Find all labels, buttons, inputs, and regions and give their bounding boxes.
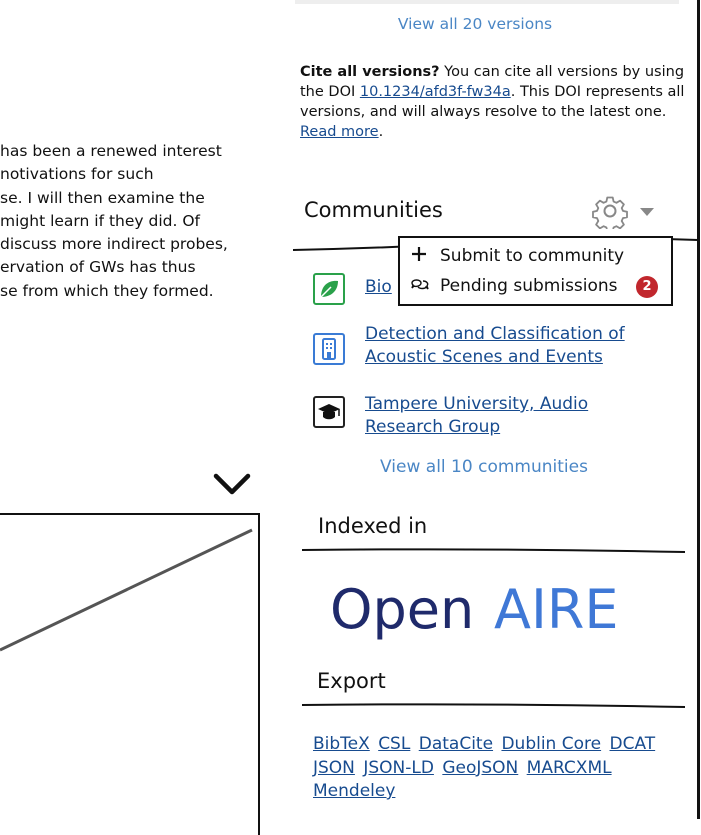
cite-lead: Cite all versions?: [300, 64, 440, 80]
plus-icon: [410, 245, 430, 268]
export-link-bibtex[interactable]: BibTeX: [313, 734, 370, 754]
comments-icon: [410, 275, 430, 298]
export-heading: Export: [317, 669, 386, 693]
view-all-versions-link[interactable]: View all 20 versions: [295, 15, 655, 33]
building-icon: [313, 333, 345, 365]
caret-down-icon[interactable]: [640, 207, 654, 217]
community-link-line: Detection and Classification of: [365, 324, 625, 344]
doi-link[interactable]: 10.1234/afd3f-fw34a: [360, 84, 511, 100]
view-all-communities-link[interactable]: View all 10 communities: [300, 457, 668, 477]
community-link-line: Tampere University, Audio: [365, 394, 589, 414]
abstract-line: discuss more indirect probes,: [0, 235, 228, 254]
abstract-text: has been a renewed interest notivations …: [0, 140, 262, 303]
leaf-icon: [313, 273, 345, 305]
communities-heading: Communities: [304, 198, 443, 222]
export-formats: BibTeX CSL DataCite Dublin Core DCAT JSO…: [313, 733, 683, 804]
logo-text-open: Open: [330, 578, 474, 641]
abstract-line: notivations for such: [0, 165, 154, 184]
divider: [302, 548, 685, 553]
export-link-geojson[interactable]: GeoJSON: [442, 758, 518, 778]
indexed-in-heading: Indexed in: [318, 514, 428, 538]
community-link[interactable]: Tampere University, Audio Research Group: [365, 393, 665, 439]
community-link[interactable]: Bio: [365, 276, 392, 299]
export-link-dublin-core[interactable]: Dublin Core: [501, 734, 601, 754]
cite-period: .: [378, 124, 384, 140]
openaire-logo[interactable]: Open AIRE: [330, 572, 660, 642]
menu-item-pending-submissions[interactable]: Pending submissions: [410, 274, 618, 298]
community-link-line: Acoustic Scenes and Events: [365, 347, 603, 367]
gear-icon[interactable]: [592, 193, 628, 229]
image-placeholder: [0, 528, 253, 652]
menu-item-label: Pending submissions: [440, 276, 618, 296]
export-link-dcat[interactable]: DCAT: [610, 734, 656, 754]
column-divider: [697, 0, 700, 819]
logo-text-aire: AIRE: [494, 578, 619, 641]
menu-item-submit-to-community[interactable]: Submit to community: [410, 244, 624, 268]
menu-item-label: Submit to community: [440, 246, 625, 266]
export-link-marcxml[interactable]: MARCXML: [527, 758, 612, 778]
abstract-line: ervation of GWs has thus: [0, 258, 196, 277]
export-link-datacite[interactable]: DataCite: [419, 734, 493, 754]
abstract-line: has been a renewed interest: [0, 142, 222, 160]
read-more-link[interactable]: Read more: [300, 124, 379, 140]
graduation-cap-icon: [313, 396, 345, 428]
pending-count-badge: 2: [636, 276, 658, 298]
community-link-line: Research Group: [365, 417, 501, 437]
export-link-json-ld[interactable]: JSON-LD: [363, 758, 434, 778]
abstract-line: se from which they formed.: [0, 281, 214, 300]
community-actions-menu: Submit to community Pending submissions …: [398, 236, 673, 306]
export-link-mendeley[interactable]: Mendeley: [313, 781, 395, 801]
versions-panel-bottom: [295, 0, 679, 4]
cite-all-versions: Cite all versions? You can cite all vers…: [300, 62, 685, 142]
abstract-line: might learn if they did. Of: [0, 211, 200, 230]
export-link-json[interactable]: JSON: [313, 758, 355, 778]
community-link[interactable]: Detection and Classification of Acoustic …: [365, 323, 665, 369]
chevron-down-icon[interactable]: [213, 470, 251, 498]
abstract-line: se. I will then examine the: [0, 188, 205, 207]
divider: [302, 703, 685, 708]
export-link-csl[interactable]: CSL: [378, 734, 410, 754]
